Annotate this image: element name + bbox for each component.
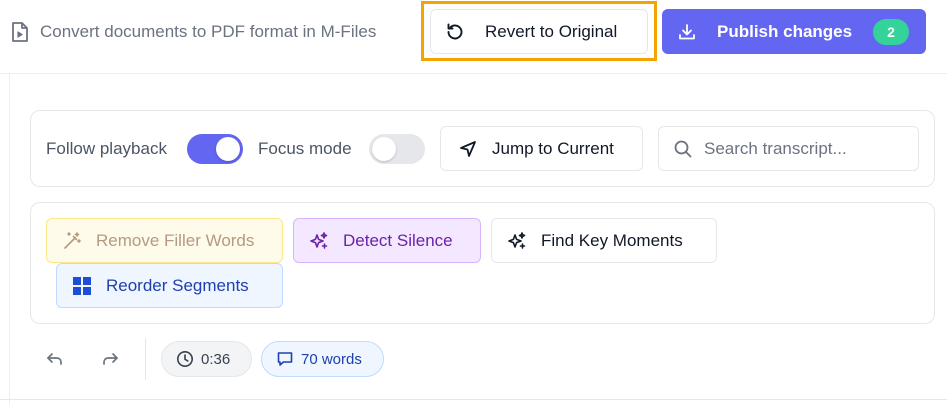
search-icon [673,139,693,159]
jump-to-current-button[interactable]: Jump to Current [440,126,643,171]
header-divider [0,73,947,74]
search-transcript-box[interactable] [658,126,919,171]
redo-icon [100,349,120,369]
revert-label: Revert to Original [485,21,618,41]
detect-silence-button[interactable]: Detect Silence [293,218,481,263]
undo-icon [45,349,65,369]
find-key-moments-label: Find Key Moments [541,230,683,250]
revert-to-original-button[interactable]: Revert to Original [430,9,648,54]
focus-mode-toggle[interactable] [369,134,425,164]
word-count-value: 70 words [301,350,362,368]
speech-bubble-icon [276,350,294,368]
search-transcript-input[interactable] [704,138,914,159]
document-icon [10,21,30,43]
navigation-arrow-icon [458,139,478,159]
follow-playback-label: Follow playback [46,139,167,158]
word-count-chip: 70 words [261,341,384,377]
grid-icon [72,276,92,296]
bottom-divider [0,399,947,400]
sparkles-icon [507,231,527,251]
toggle-knob [372,137,396,161]
document-title: Convert documents to PDF format in M-Fil… [40,22,377,41]
document-title-area: Convert documents to PDF format in M-Fil… [10,19,376,45]
jump-label: Jump to Current [492,138,614,158]
pending-changes-badge: 2 [873,19,909,45]
find-key-moments-button[interactable]: Find Key Moments [491,218,717,263]
detect-silence-label: Detect Silence [343,230,453,250]
focus-mode-label: Focus mode [258,139,352,158]
redo-button[interactable] [95,344,125,374]
undo-button[interactable] [40,344,70,374]
download-icon [677,22,697,42]
duration-value: 0:36 [201,350,231,368]
reorder-segments-button[interactable]: Reorder Segments [56,263,283,308]
remove-filler-words-button[interactable]: Remove Filler Words [46,218,283,263]
duration-chip: 0:36 [161,341,252,377]
publish-label: Publish changes [717,21,853,41]
reorder-segments-label: Reorder Segments [106,275,249,295]
toggle-knob [216,137,240,161]
follow-playback-toggle[interactable] [187,134,243,164]
revert-icon [445,22,465,42]
clock-icon [176,350,194,368]
remove-filler-label: Remove Filler Words [96,230,255,250]
toolbar-separator [145,338,146,380]
sparkles-icon [309,231,329,251]
magic-wand-icon [62,231,82,251]
left-border [9,74,10,405]
